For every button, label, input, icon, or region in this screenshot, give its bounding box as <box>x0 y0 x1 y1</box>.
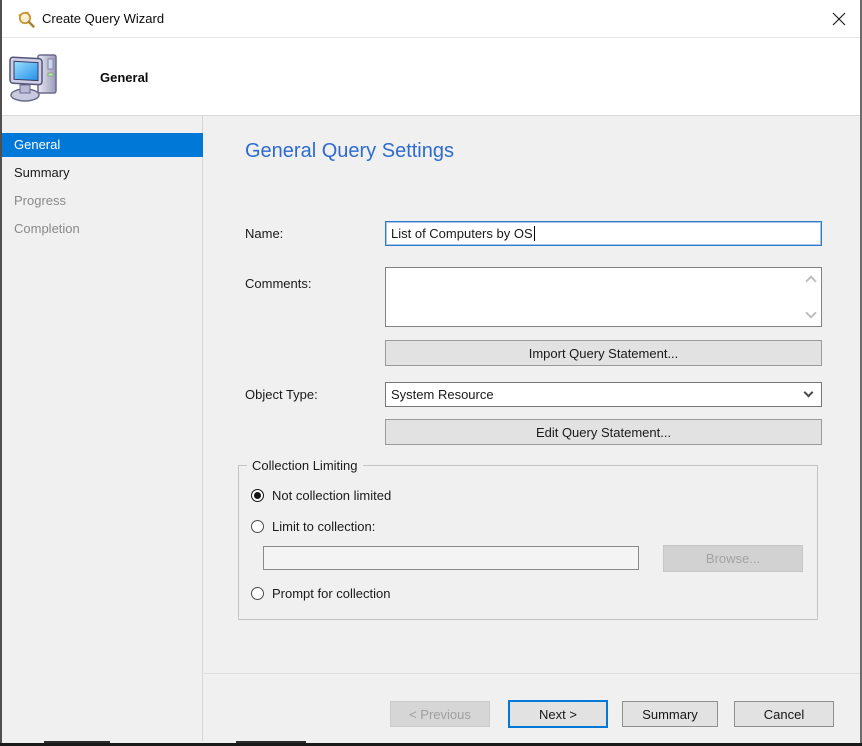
sidebar-item-label: Summary <box>14 165 70 180</box>
radio-label: Not collection limited <box>272 488 391 503</box>
window-border-left <box>0 0 2 746</box>
wizard-header: General <box>0 39 862 116</box>
name-input-value: List of Computers by OS <box>391 226 533 241</box>
create-query-wizard-window: Create Query Wizard <box>0 0 862 746</box>
radio-label: Prompt for collection <box>272 586 391 601</box>
sidebar-item-progress: Progress <box>0 189 203 213</box>
window-title: Create Query Wizard <box>42 11 164 26</box>
chevron-down-icon <box>804 388 814 398</box>
sidebar-item-label: Progress <box>14 193 66 208</box>
edit-query-statement-button[interactable]: Edit Query Statement... <box>385 419 822 445</box>
object-type-value: System Resource <box>391 387 494 402</box>
radio-not-collection-limited[interactable]: Not collection limited <box>251 488 391 503</box>
cancel-button[interactable]: Cancel <box>734 701 834 727</box>
comments-input[interactable] <box>385 267 822 327</box>
footer-button-bar: < Previous Next > Summary Cancel <box>204 674 862 744</box>
object-type-dropdown[interactable]: System Resource <box>385 382 822 407</box>
sidebar-item-label: General <box>14 137 60 152</box>
collection-input <box>263 546 639 570</box>
text-caret <box>534 226 535 241</box>
import-query-statement-button[interactable]: Import Query Statement... <box>385 340 822 366</box>
radio-label: Limit to collection: <box>272 519 375 534</box>
sidebar-item-summary[interactable]: Summary <box>0 161 203 185</box>
name-label: Name: <box>245 226 283 241</box>
wizard-step-list: General Summary Progress Completion <box>0 133 203 245</box>
radio-prompt-for-collection[interactable]: Prompt for collection <box>251 586 391 601</box>
radio-button-icon[interactable] <box>251 587 264 600</box>
wizard-body: General Summary Progress Completion Gene… <box>0 116 862 744</box>
browse-button: Browse... <box>663 545 803 572</box>
wizard-sidebar: General Summary Progress Completion <box>0 116 203 744</box>
close-button[interactable] <box>822 4 856 34</box>
scroll-down-arrow-icon[interactable] <box>805 307 816 318</box>
sidebar-item-completion: Completion <box>0 217 203 241</box>
radio-button-icon[interactable] <box>251 489 264 502</box>
computer-workstation-icon <box>8 49 64 105</box>
header-step-title: General <box>100 70 148 85</box>
title-bar: Create Query Wizard <box>0 0 862 38</box>
collection-limiting-group: Collection Limiting Not collection limit… <box>238 465 818 620</box>
name-input[interactable]: List of Computers by OS <box>385 221 822 246</box>
wizard-content: General Query Settings Name: List of Com… <box>204 116 862 744</box>
sidebar-item-general[interactable]: General <box>0 133 203 157</box>
summary-button[interactable]: Summary <box>622 701 718 727</box>
previous-button: < Previous <box>390 701 490 727</box>
comments-label: Comments: <box>245 276 311 291</box>
scroll-up-arrow-icon[interactable] <box>805 275 816 286</box>
query-wizard-icon <box>16 9 36 29</box>
object-type-label: Object Type: <box>245 387 318 402</box>
collection-limiting-title: Collection Limiting <box>247 458 363 473</box>
next-button[interactable]: Next > <box>508 700 608 728</box>
page-title: General Query Settings <box>245 140 454 163</box>
radio-limit-to-collection[interactable]: Limit to collection: <box>251 519 375 534</box>
radio-button-icon[interactable] <box>251 520 264 533</box>
sidebar-item-label: Completion <box>14 221 80 236</box>
close-icon <box>832 12 846 26</box>
